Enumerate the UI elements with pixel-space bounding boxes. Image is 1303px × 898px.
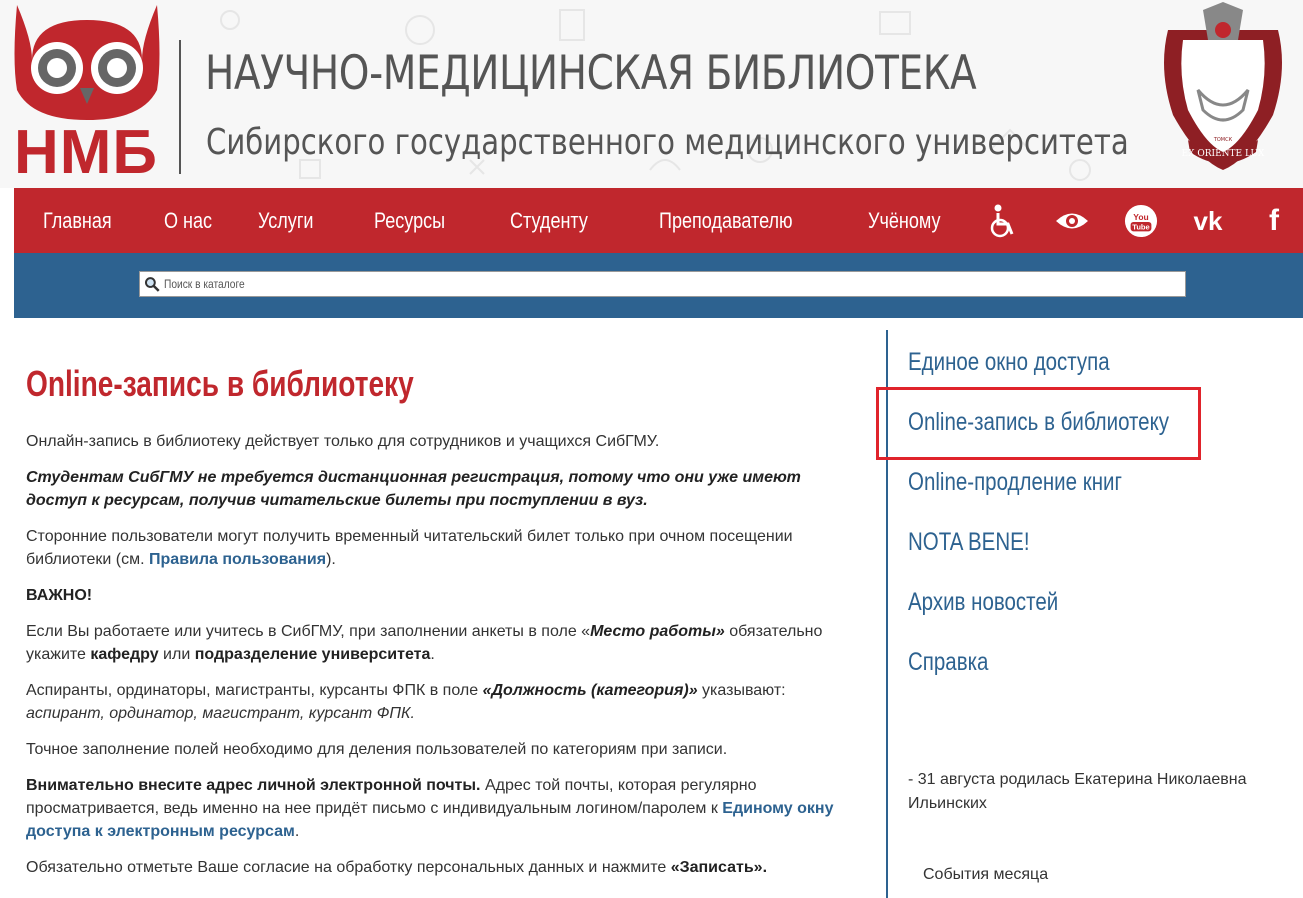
nav-item-home[interactable]: Главная xyxy=(43,208,112,234)
text-fragment: Сторонние пользователи могут получить вр… xyxy=(26,528,793,568)
paragraph-accuracy: Точное заполнение полей необходимо для д… xyxy=(26,741,728,758)
news-item: - 31 августа родилась Екатерина Николаев… xyxy=(908,771,1247,812)
university-crest-icon: EX ORIENTE LUX ТОМСК xyxy=(1164,2,1282,170)
text-fragment: ). xyxy=(326,551,336,568)
eye-icon[interactable] xyxy=(1055,204,1089,238)
svg-text:Tube: Tube xyxy=(1132,223,1149,232)
nav-item-teacher[interactable]: Преподавателю xyxy=(659,208,793,234)
search-input[interactable] xyxy=(163,273,1032,295)
nav-item-scientist[interactable]: Учёному xyxy=(868,208,941,234)
rules-link[interactable]: Правила пользования xyxy=(149,551,326,568)
text-bold: подразделение университета xyxy=(194,646,431,663)
text-fragment: Обязательно отметьте Ваше согласие на об… xyxy=(26,859,671,876)
sidebar-link-single-access[interactable]: Единое окно доступа xyxy=(908,347,1110,377)
text-fragment: Если Вы работаете или учитесь в СибГМУ, … xyxy=(26,623,591,640)
paragraph-email: Внимательно внесите адрес личной электро… xyxy=(26,774,866,843)
vk-icon[interactable]: vk xyxy=(1191,204,1225,238)
sidebar-link-help[interactable]: Справка xyxy=(908,647,988,677)
paragraph-position: Аспиранты, ординаторы, магистранты, курс… xyxy=(26,679,866,725)
paragraph-intro: Онлайн-запись в библиотеку действует тол… xyxy=(26,433,660,450)
accessibility-icon[interactable] xyxy=(986,204,1020,238)
search-icon xyxy=(144,277,160,292)
site-subtitle: Сибирского государственного медицинского… xyxy=(206,122,1129,163)
important-label: ВАЖНО! xyxy=(26,587,93,604)
paragraph-workplace: Если Вы работаете или учитесь в СибГМУ, … xyxy=(26,620,866,666)
paragraph-students: Студентам СибГМУ не требуется дистанцион… xyxy=(26,466,866,512)
sidebar-link-renew-books[interactable]: Online-продление книг xyxy=(908,467,1122,497)
active-link-highlight xyxy=(876,387,1201,460)
sidebar-link-news-archive[interactable]: Архив новостей xyxy=(908,587,1058,617)
text-fragment: . xyxy=(430,646,435,663)
site-header: НМБ НАУЧНО-МЕДИЦИНСКАЯ БИБЛИОТЕКА Сибирс… xyxy=(0,0,1303,188)
crest-city: ТОМСК xyxy=(1213,137,1233,143)
students-note: Студентам СибГМУ не требуется дистанцион… xyxy=(26,469,801,509)
logo-divider xyxy=(179,40,181,174)
crest-motto: EX ORIENTE LUX xyxy=(1182,149,1265,159)
svg-text:You: You xyxy=(1133,212,1148,222)
nav-item-resources[interactable]: Ресурсы xyxy=(374,208,445,234)
main-nav: Главная О нас Услуги Ресурсы Студенту Пр… xyxy=(14,188,1303,253)
text-fragment: указывают: xyxy=(697,682,786,699)
facebook-icon[interactable]: f xyxy=(1257,204,1291,238)
nav-item-services[interactable]: Услуги xyxy=(258,208,313,234)
text-fragment: Аспиранты, ординаторы, магистранты, курс… xyxy=(26,682,483,699)
text-bold: «Записать». xyxy=(670,859,768,876)
paragraph-external-users: Сторонние пользователи могут получить вр… xyxy=(26,525,866,571)
text-bold: Внимательно внесите адрес личной электро… xyxy=(26,777,481,794)
main-content: Online-запись в библиотеку Онлайн-запись… xyxy=(26,360,866,892)
page-title: Online-запись в библиотеку xyxy=(26,363,414,404)
search-band xyxy=(14,253,1303,318)
events-of-month[interactable]: События месяца xyxy=(923,864,1048,886)
nav-item-student[interactable]: Студенту xyxy=(510,208,588,234)
text-bold: кафедру xyxy=(90,646,159,663)
field-name: «Должность (категория)» xyxy=(482,682,698,699)
important-heading: ВАЖНО! xyxy=(26,584,866,607)
site-title: НАУЧНО-МЕДИЦИНСКАЯ БИБЛИОТЕКА xyxy=(205,46,977,101)
catalog-search xyxy=(139,271,1186,297)
text-fragment: . xyxy=(294,823,300,840)
youtube-icon[interactable]: You Tube xyxy=(1124,204,1158,238)
paragraph-consent: Обязательно отметьте Ваше согласие на об… xyxy=(26,856,866,879)
text-italic: аспирант, ординатор, магистрант, курсант… xyxy=(26,705,415,722)
text-fragment: или xyxy=(158,646,195,663)
sidebar-link-nota-bene[interactable]: NOTA BENE! xyxy=(908,527,1030,557)
nav-item-about[interactable]: О нас xyxy=(164,208,212,234)
logo-abbreviation: НМБ xyxy=(14,118,158,187)
field-name: Место работы» xyxy=(590,623,725,640)
